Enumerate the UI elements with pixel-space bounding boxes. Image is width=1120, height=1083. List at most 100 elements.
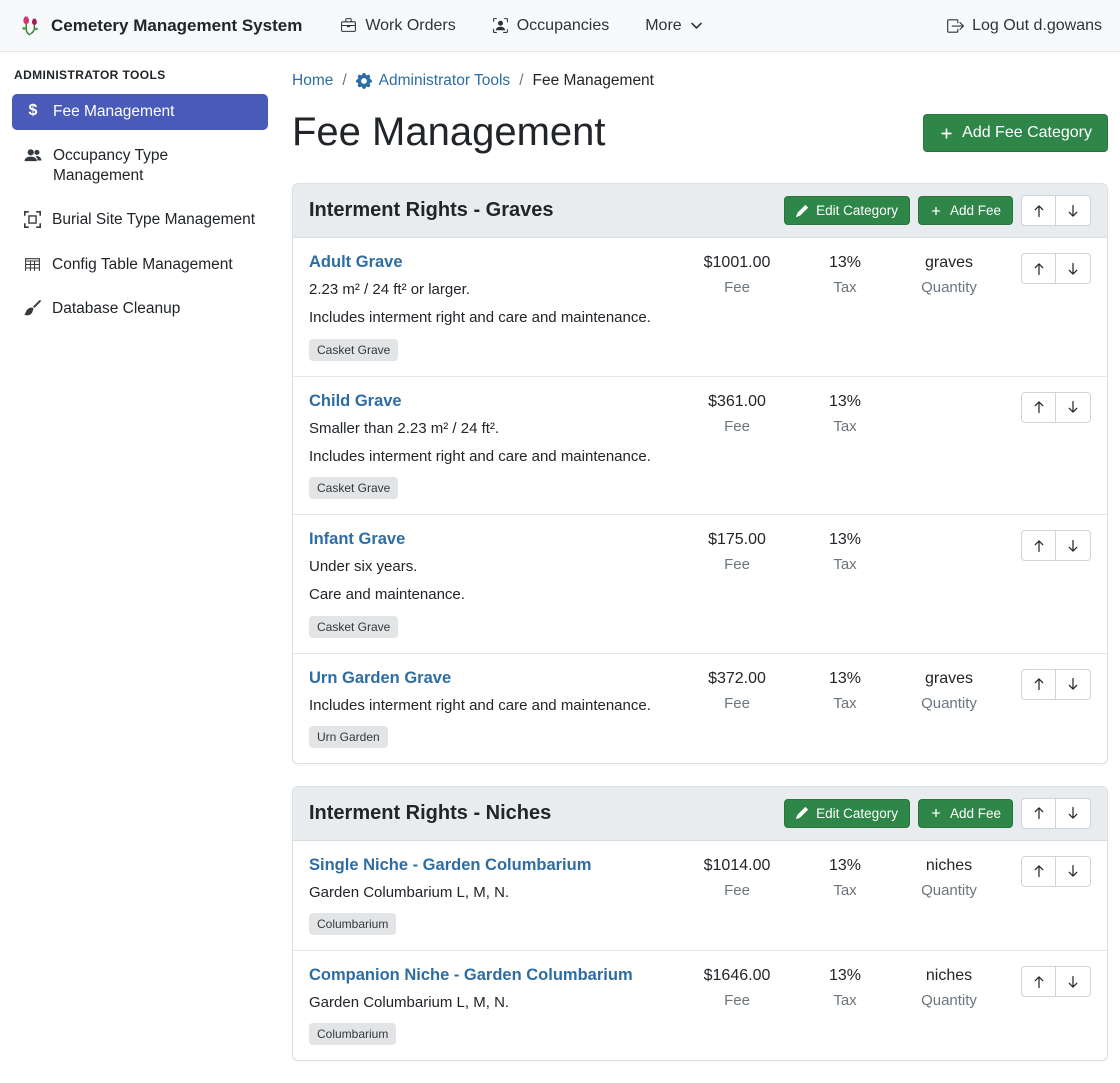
fee-name-link[interactable]: Infant Grave (309, 530, 405, 549)
logout-button[interactable]: Log Out d.gowans (946, 17, 1102, 35)
fee-quantity-label: Quantity (897, 882, 1001, 899)
fee-amount: $1014.00 (681, 857, 793, 875)
nav-work-orders[interactable]: Work Orders (340, 17, 455, 35)
fee-reorder-group (1021, 253, 1091, 284)
move-up-button[interactable] (1021, 195, 1056, 226)
fee-amount: $372.00 (681, 670, 793, 688)
logout-icon (946, 17, 964, 35)
fee-amount-column: $1646.00 Fee (681, 966, 793, 1009)
fee-tax: 13% (793, 857, 897, 875)
people-icon (24, 147, 42, 165)
move-down-button[interactable] (1056, 530, 1091, 561)
sidebar-item-burial-site-type-management[interactable]: Burial Site Type Management (12, 202, 268, 238)
fee-row: Companion Niche - Garden Columbarium Gar… (293, 950, 1107, 1060)
fee-reorder-group (1021, 669, 1091, 700)
pencil-icon (796, 807, 808, 819)
breadcrumb-separator: / (519, 72, 523, 90)
sidebar-item-label: Config Table Management (52, 255, 233, 275)
fee-description: Includes interment right and care and ma… (309, 696, 675, 716)
add-fee-label: Add Fee (950, 203, 1001, 218)
breadcrumb: Home / Administrator Tools / Fee Managem… (292, 72, 1108, 90)
breadcrumb-current: Fee Management (533, 72, 655, 90)
sidebar-item-database-cleanup[interactable]: Database Cleanup (12, 291, 268, 327)
fee-info: Single Niche - Garden Columbarium Garden… (309, 856, 681, 935)
move-down-button[interactable] (1056, 966, 1091, 997)
fee-quantity-column (897, 530, 1001, 531)
move-up-button[interactable] (1021, 856, 1056, 887)
sidebar-item-label: Database Cleanup (52, 299, 180, 319)
move-up-button[interactable] (1021, 392, 1056, 423)
breadcrumb-admin-tools[interactable]: Administrator Tools (356, 72, 511, 90)
fee-description: Care and maintenance. (309, 585, 675, 605)
sidebar-item-occupancy-type-management[interactable]: Occupancy Type Management (12, 138, 268, 194)
fee-amount: $361.00 (681, 393, 793, 411)
move-up-button[interactable] (1021, 966, 1056, 997)
arrow-up-icon (1032, 806, 1046, 820)
fee-amount-column: $372.00 Fee (681, 669, 793, 712)
sidebar-item-label: Burial Site Type Management (52, 210, 255, 230)
move-up-button[interactable] (1021, 530, 1056, 561)
fee-info: Adult Grave 2.23 m² / 24 ft² or larger. … (309, 253, 681, 361)
category-header: Interment Rights - Graves Edit Category … (293, 184, 1107, 238)
arrow-down-icon (1066, 262, 1080, 276)
move-down-button[interactable] (1056, 195, 1091, 226)
fee-badge: Casket Grave (309, 339, 398, 361)
fee-tax-column: 13% Tax (793, 253, 897, 296)
page-header: Fee Management Add Fee Category (292, 104, 1108, 173)
fee-name-link[interactable]: Child Grave (309, 392, 402, 411)
gear-icon (356, 73, 372, 89)
fee-amount: $1001.00 (681, 254, 793, 272)
arrow-down-icon (1066, 677, 1080, 691)
fee-quantity-label: Quantity (897, 992, 1001, 1009)
category-title: Interment Rights - Niches (309, 802, 776, 825)
fee-row: Urn Garden Grave Includes interment righ… (293, 653, 1107, 763)
sidebar-item-config-table-management[interactable]: Config Table Management (12, 247, 268, 283)
fee-quantity-column: graves Quantity (897, 253, 1001, 296)
fee-name-link[interactable]: Companion Niche - Garden Columbarium (309, 966, 633, 985)
breadcrumb-home[interactable]: Home (292, 72, 333, 90)
edit-category-label: Edit Category (816, 806, 898, 821)
move-up-button[interactable] (1021, 798, 1056, 829)
move-down-button[interactable] (1056, 856, 1091, 887)
nav-work-orders-label: Work Orders (365, 17, 455, 35)
fee-quantity-label: Quantity (897, 695, 1001, 712)
edit-category-button[interactable]: Edit Category (784, 196, 910, 225)
fee-name-link[interactable]: Single Niche - Garden Columbarium (309, 856, 591, 875)
add-fee-button[interactable]: Add Fee (918, 799, 1013, 828)
category-card-graves: Interment Rights - Graves Edit Category … (292, 183, 1108, 764)
fee-name-link[interactable]: Urn Garden Grave (309, 669, 451, 688)
nav-occupancies[interactable]: Occupancies (492, 17, 610, 35)
arrow-down-icon (1066, 864, 1080, 878)
fee-amount: $175.00 (681, 531, 793, 549)
move-down-button[interactable] (1056, 669, 1091, 700)
nav-more-label: More (645, 17, 681, 35)
fee-description: Includes interment right and care and ma… (309, 308, 675, 328)
add-fee-button[interactable]: Add Fee (918, 196, 1013, 225)
move-up-button[interactable] (1021, 669, 1056, 700)
sidebar-item-fee-management[interactable]: $ Fee Management (12, 94, 268, 130)
move-up-button[interactable] (1021, 253, 1056, 284)
fee-amount-label: Fee (681, 992, 793, 1009)
fee-reorder-group (1021, 966, 1091, 997)
logout-label: Log Out d.gowans (972, 17, 1102, 35)
edit-category-button[interactable]: Edit Category (784, 799, 910, 828)
fee-amount-column: $175.00 Fee (681, 530, 793, 573)
fee-tax: 13% (793, 254, 897, 272)
nav-more[interactable]: More (645, 17, 702, 35)
plus-icon (930, 807, 942, 819)
arrow-up-icon (1032, 262, 1046, 276)
bounding-box-icon (24, 211, 41, 228)
move-down-button[interactable] (1056, 253, 1091, 284)
fee-description: Garden Columbarium L, M, N. (309, 993, 675, 1013)
fee-quantity-column: graves Quantity (897, 669, 1001, 712)
fee-amount-column: $1014.00 Fee (681, 856, 793, 899)
move-down-button[interactable] (1056, 392, 1091, 423)
move-down-button[interactable] (1056, 798, 1091, 829)
plus-icon (930, 205, 942, 217)
fee-row: Infant Grave Under six years. Care and m… (293, 514, 1107, 653)
fee-description: 2.23 m² / 24 ft² or larger. (309, 280, 675, 300)
broom-icon (24, 300, 41, 317)
category-header: Interment Rights - Niches Edit Category … (293, 787, 1107, 841)
fee-name-link[interactable]: Adult Grave (309, 253, 403, 272)
add-fee-category-button[interactable]: Add Fee Category (923, 114, 1108, 152)
